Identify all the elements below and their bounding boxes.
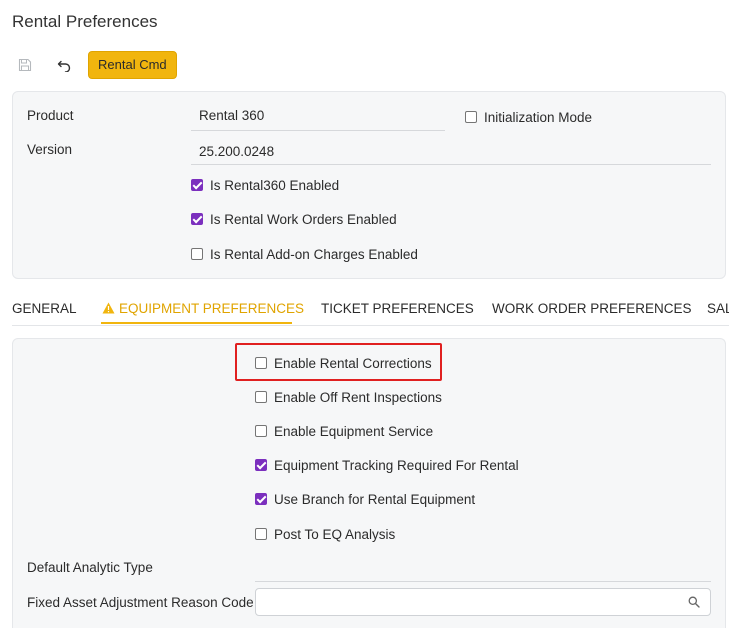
checkbox-label: Is Rental Add-on Charges Enabled xyxy=(210,246,418,262)
version-field-underline xyxy=(191,164,711,165)
is-rental-addon-charges-enabled-checkbox[interactable]: Is Rental Add-on Charges Enabled xyxy=(191,246,418,262)
product-label: Product xyxy=(27,108,74,123)
checkbox-label: Is Rental360 Enabled xyxy=(210,177,340,193)
rental-cmd-button[interactable]: Rental Cmd xyxy=(88,51,177,79)
version-value[interactable]: 25.200.0248 xyxy=(199,144,274,159)
checkbox-box[interactable] xyxy=(255,528,267,540)
checkbox-label: Post To EQ Analysis xyxy=(274,526,396,542)
post-to-eq-analysis-checkbox[interactable]: Post To EQ Analysis xyxy=(255,526,395,542)
checkbox-box[interactable] xyxy=(191,213,203,225)
checkbox-box[interactable] xyxy=(191,248,203,260)
checkbox-label: Enable Equipment Service xyxy=(274,423,434,439)
fixed-asset-reason-code-input[interactable] xyxy=(256,589,676,615)
enable-off-rent-inspections-checkbox[interactable]: Enable Off Rent Inspections xyxy=(255,389,442,405)
checkbox-box[interactable] xyxy=(191,179,203,191)
product-value[interactable]: Rental 360 xyxy=(199,108,264,123)
active-tab-indicator xyxy=(101,322,292,324)
checkbox-label: Is Rental Work Orders Enabled xyxy=(210,211,397,227)
fixed-asset-adjustment-reason-code-label: Fixed Asset Adjustment Reason Code xyxy=(27,595,254,610)
checkbox-box[interactable] xyxy=(465,111,477,123)
checkbox-label: Enable Off Rent Inspections xyxy=(274,389,442,405)
save-icon[interactable] xyxy=(12,52,38,78)
checkbox-box[interactable] xyxy=(255,391,267,403)
tab-equipment-preferences[interactable]: EQUIPMENT PREFERENCES xyxy=(102,301,304,316)
default-analytic-type-underline xyxy=(255,581,711,582)
page-title: Rental Preferences xyxy=(12,12,158,31)
fixed-asset-reason-code-field[interactable] xyxy=(255,588,711,616)
equipment-tracking-required-checkbox[interactable]: Equipment Tracking Required For Rental xyxy=(255,457,519,473)
is-rental-work-orders-enabled-checkbox[interactable]: Is Rental Work Orders Enabled xyxy=(191,211,397,227)
product-field-underline xyxy=(191,130,445,131)
checkbox-box[interactable] xyxy=(255,493,267,505)
general-info-panel: Product Rental 360 Initialization Mode V… xyxy=(12,91,726,279)
initialization-mode-checkbox[interactable]: Initialization Mode xyxy=(465,109,592,125)
preferences-tabs: GENERAL EQUIPMENT PREFERENCES TICKET PRE… xyxy=(0,296,729,326)
warning-icon xyxy=(102,302,115,314)
version-label: Version xyxy=(27,142,73,157)
checkbox-label: Use Branch for Rental Equipment xyxy=(274,491,476,507)
checkbox-box[interactable] xyxy=(255,459,267,471)
tabs-divider xyxy=(12,325,729,326)
checkbox-label: Equipment Tracking Required For Rental xyxy=(274,457,519,473)
tab-work-order-preferences[interactable]: WORK ORDER PREFERENCES xyxy=(492,301,692,316)
default-analytic-type-label: Default Analytic Type xyxy=(27,560,153,575)
tab-label: EQUIPMENT PREFERENCES xyxy=(119,301,305,316)
toolbar: Rental Cmd xyxy=(12,51,177,79)
tab-general[interactable]: GENERAL xyxy=(12,301,77,316)
is-rental360-enabled-checkbox[interactable]: Is Rental360 Enabled xyxy=(191,177,339,193)
checkbox-label: Initialization Mode xyxy=(484,109,593,125)
tab-sal[interactable]: SAL xyxy=(707,301,729,316)
enable-equipment-service-checkbox[interactable]: Enable Equipment Service xyxy=(255,423,433,439)
search-icon[interactable] xyxy=(688,596,700,608)
undo-icon[interactable] xyxy=(51,52,77,78)
use-branch-for-rental-equipment-checkbox[interactable]: Use Branch for Rental Equipment xyxy=(255,491,475,507)
tab-ticket-preferences[interactable]: TICKET PREFERENCES xyxy=(321,301,474,316)
highlight-box xyxy=(235,343,442,381)
equipment-preferences-panel: Enable Rental Corrections Enable Off Ren… xyxy=(12,338,726,628)
checkbox-box[interactable] xyxy=(255,425,267,437)
